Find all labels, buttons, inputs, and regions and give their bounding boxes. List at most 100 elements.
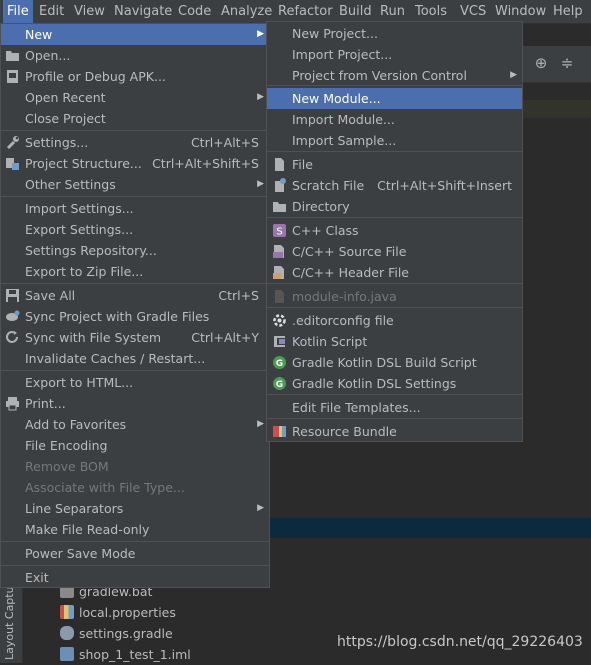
file-icon	[272, 157, 287, 172]
menu-item-editorconfig-file[interactable]: .editorconfig file	[267, 310, 522, 331]
menu-item-export-to-zip-file[interactable]: Export to Zip File...	[1, 261, 269, 282]
menu-item-other-settings[interactable]: Other Settings ▶	[1, 174, 269, 195]
menu-item-settings[interactable]: Settings... Ctrl+Alt+S	[1, 132, 269, 153]
menu-item-import-settings[interactable]: Import Settings...	[1, 198, 269, 219]
gradle-sync-icon	[5, 309, 20, 324]
menu-item-open-recent[interactable]: Open Recent ▶	[1, 87, 269, 108]
menu-help[interactable]: Help	[549, 0, 587, 23]
menu-item-label: .editorconfig file	[292, 313, 394, 328]
menu-item-label: Resource Bundle	[292, 424, 397, 439]
menu-item-label: New Module...	[292, 91, 381, 106]
menu-item-label: Exit	[25, 570, 49, 585]
tree-item[interactable]: settings.gradle	[60, 623, 173, 644]
menu-item-export-settings[interactable]: Export Settings...	[1, 219, 269, 240]
menu-item-gradle-kotlin-dsl-settings[interactable]: G Gradle Kotlin DSL Settings	[267, 373, 522, 394]
menu-item-power-save-mode[interactable]: Power Save Mode	[1, 543, 269, 564]
save-icon	[5, 288, 20, 303]
menu-item-sync-with-file-system[interactable]: Sync with File System Ctrl+Alt+Y	[1, 327, 269, 348]
menu-item-c-c-source-file[interactable]: C/C++ Source File	[267, 241, 522, 262]
cpp-source-icon	[272, 244, 287, 259]
java-module-icon	[272, 289, 287, 304]
menu-item-close-project[interactable]: Close Project	[1, 108, 269, 129]
menu-item-file-encoding[interactable]: File Encoding	[1, 435, 269, 456]
menu-item-scratch-file[interactable]: Scratch File Ctrl+Alt+Shift+Insert	[267, 175, 522, 196]
menu-item-c-class[interactable]: S C++ Class	[267, 220, 522, 241]
menu-item-new-module[interactable]: New Module...	[267, 88, 522, 109]
kotlin-icon	[272, 334, 287, 349]
resource-bundle-icon	[272, 424, 287, 439]
menu-item-new-project[interactable]: New Project...	[267, 23, 522, 44]
menu-build[interactable]: Build	[335, 0, 376, 23]
menu-item-label: Gradle Kotlin DSL Build Script	[292, 355, 477, 370]
menu-item-exit[interactable]: Exit	[1, 567, 269, 588]
menu-separator	[267, 85, 522, 86]
menu-item-import-module[interactable]: Import Module...	[267, 109, 522, 130]
wrench-icon	[5, 135, 20, 150]
tree-item[interactable]: local.properties	[60, 602, 176, 623]
menu-refactor[interactable]: Refactor	[274, 0, 337, 23]
menu-separator	[267, 283, 522, 284]
menu-item-directory[interactable]: Directory	[267, 196, 522, 217]
menu-item-make-file-read-only[interactable]: Make File Read-only	[1, 519, 269, 540]
svg-text:G: G	[276, 380, 283, 390]
menu-item-open[interactable]: Open...	[1, 45, 269, 66]
refresh-icon	[5, 330, 20, 345]
file-menu: New ▶ Open... Profile or Debug APK... Open R…	[0, 23, 270, 588]
menu-item-resource-bundle[interactable]: Resource Bundle	[267, 421, 522, 442]
menu-item-label: Power Save Mode	[25, 546, 136, 561]
menu-item-invalidate-caches-restart[interactable]: Invalidate Caches / Restart...	[1, 348, 269, 369]
menu-item-import-project[interactable]: Import Project...	[267, 44, 522, 65]
menu-item-new[interactable]: New ▶	[1, 24, 269, 45]
menu-item-print[interactable]: Print...	[1, 393, 269, 414]
layout-captures-tab[interactable]: Layout Captures	[3, 570, 17, 660]
menu-item-settings-repository[interactable]: Settings Repository...	[1, 240, 269, 261]
printer-icon	[5, 396, 20, 411]
menu-item-kotlin-script[interactable]: Kotlin Script	[267, 331, 522, 352]
menu-item-file[interactable]: File	[267, 154, 522, 175]
menu-file[interactable]: File	[3, 0, 33, 23]
menu-item-label: C/C++ Header File	[292, 265, 409, 280]
project-structure-icon	[5, 156, 20, 171]
menu-item-c-c-header-file[interactable]: C/C++ Header File	[267, 262, 522, 283]
menu-item-sync-project-with-gradle-files[interactable]: Sync Project with Gradle Files	[1, 306, 269, 327]
menu-item-label: Export to Zip File...	[25, 264, 144, 279]
menu-item-label: Close Project	[25, 111, 106, 126]
tree-item[interactable]: shop_1_test_1.iml	[60, 644, 191, 665]
menu-item-label: Import Module...	[292, 112, 395, 127]
menu-vcs[interactable]: VCS	[456, 0, 490, 23]
menu-item-remove-bom: Remove BOM	[1, 456, 269, 477]
menu-item-project-from-version-control[interactable]: Project from Version Control ▶	[267, 65, 522, 86]
menu-analyze[interactable]: Analyze	[217, 0, 276, 23]
menu-item-label: New Project...	[292, 26, 378, 41]
submenu-arrow-icon: ▶	[257, 503, 264, 513]
collapse-icon[interactable]: ≑	[559, 55, 575, 71]
menu-item-add-to-favorites[interactable]: Add to Favorites ▶	[1, 414, 269, 435]
menu-item-label: Other Settings	[25, 177, 116, 192]
menu-item-profile-or-debug-apk[interactable]: Profile or Debug APK...	[1, 66, 269, 87]
menu-edit[interactable]: Edit	[35, 0, 68, 23]
menu-item-label: Add to Favorites	[25, 417, 127, 432]
menu-item-label: Directory	[292, 199, 350, 214]
menu-item-label: Settings...	[25, 135, 89, 150]
menu-item-save-all[interactable]: Save All Ctrl+S	[1, 285, 269, 306]
menu-item-shortcut: Ctrl+Alt+Shift+S	[152, 156, 259, 171]
menu-item-edit-file-templates[interactable]: Edit File Templates...	[267, 397, 522, 418]
cpp-header-icon	[272, 265, 287, 280]
menu-code[interactable]: Code	[174, 0, 215, 23]
menu-item-gradle-kotlin-dsl-build-script[interactable]: G Gradle Kotlin DSL Build Script	[267, 352, 522, 373]
scratch-file-icon	[272, 178, 287, 193]
menu-item-line-separators[interactable]: Line Separators ▶	[1, 498, 269, 519]
menu-separator	[267, 418, 522, 419]
menu-window[interactable]: Window	[491, 0, 550, 23]
menu-tools[interactable]: Tools	[411, 0, 451, 23]
target-icon[interactable]: ⊕	[533, 55, 549, 71]
submenu-arrow-icon: ▶	[510, 70, 517, 80]
menu-view[interactable]: View	[70, 0, 109, 23]
menu-item-export-to-html[interactable]: Export to HTML...	[1, 372, 269, 393]
menu-navigate[interactable]: Navigate	[110, 0, 176, 23]
menu-item-project-structure[interactable]: Project Structure... Ctrl+Alt+Shift+S	[1, 153, 269, 174]
menu-item-label: C++ Class	[292, 223, 359, 238]
menu-item-import-sample[interactable]: Import Sample...	[267, 130, 522, 151]
gradle-icon: G	[272, 376, 287, 391]
menu-run[interactable]: Run	[376, 0, 409, 23]
